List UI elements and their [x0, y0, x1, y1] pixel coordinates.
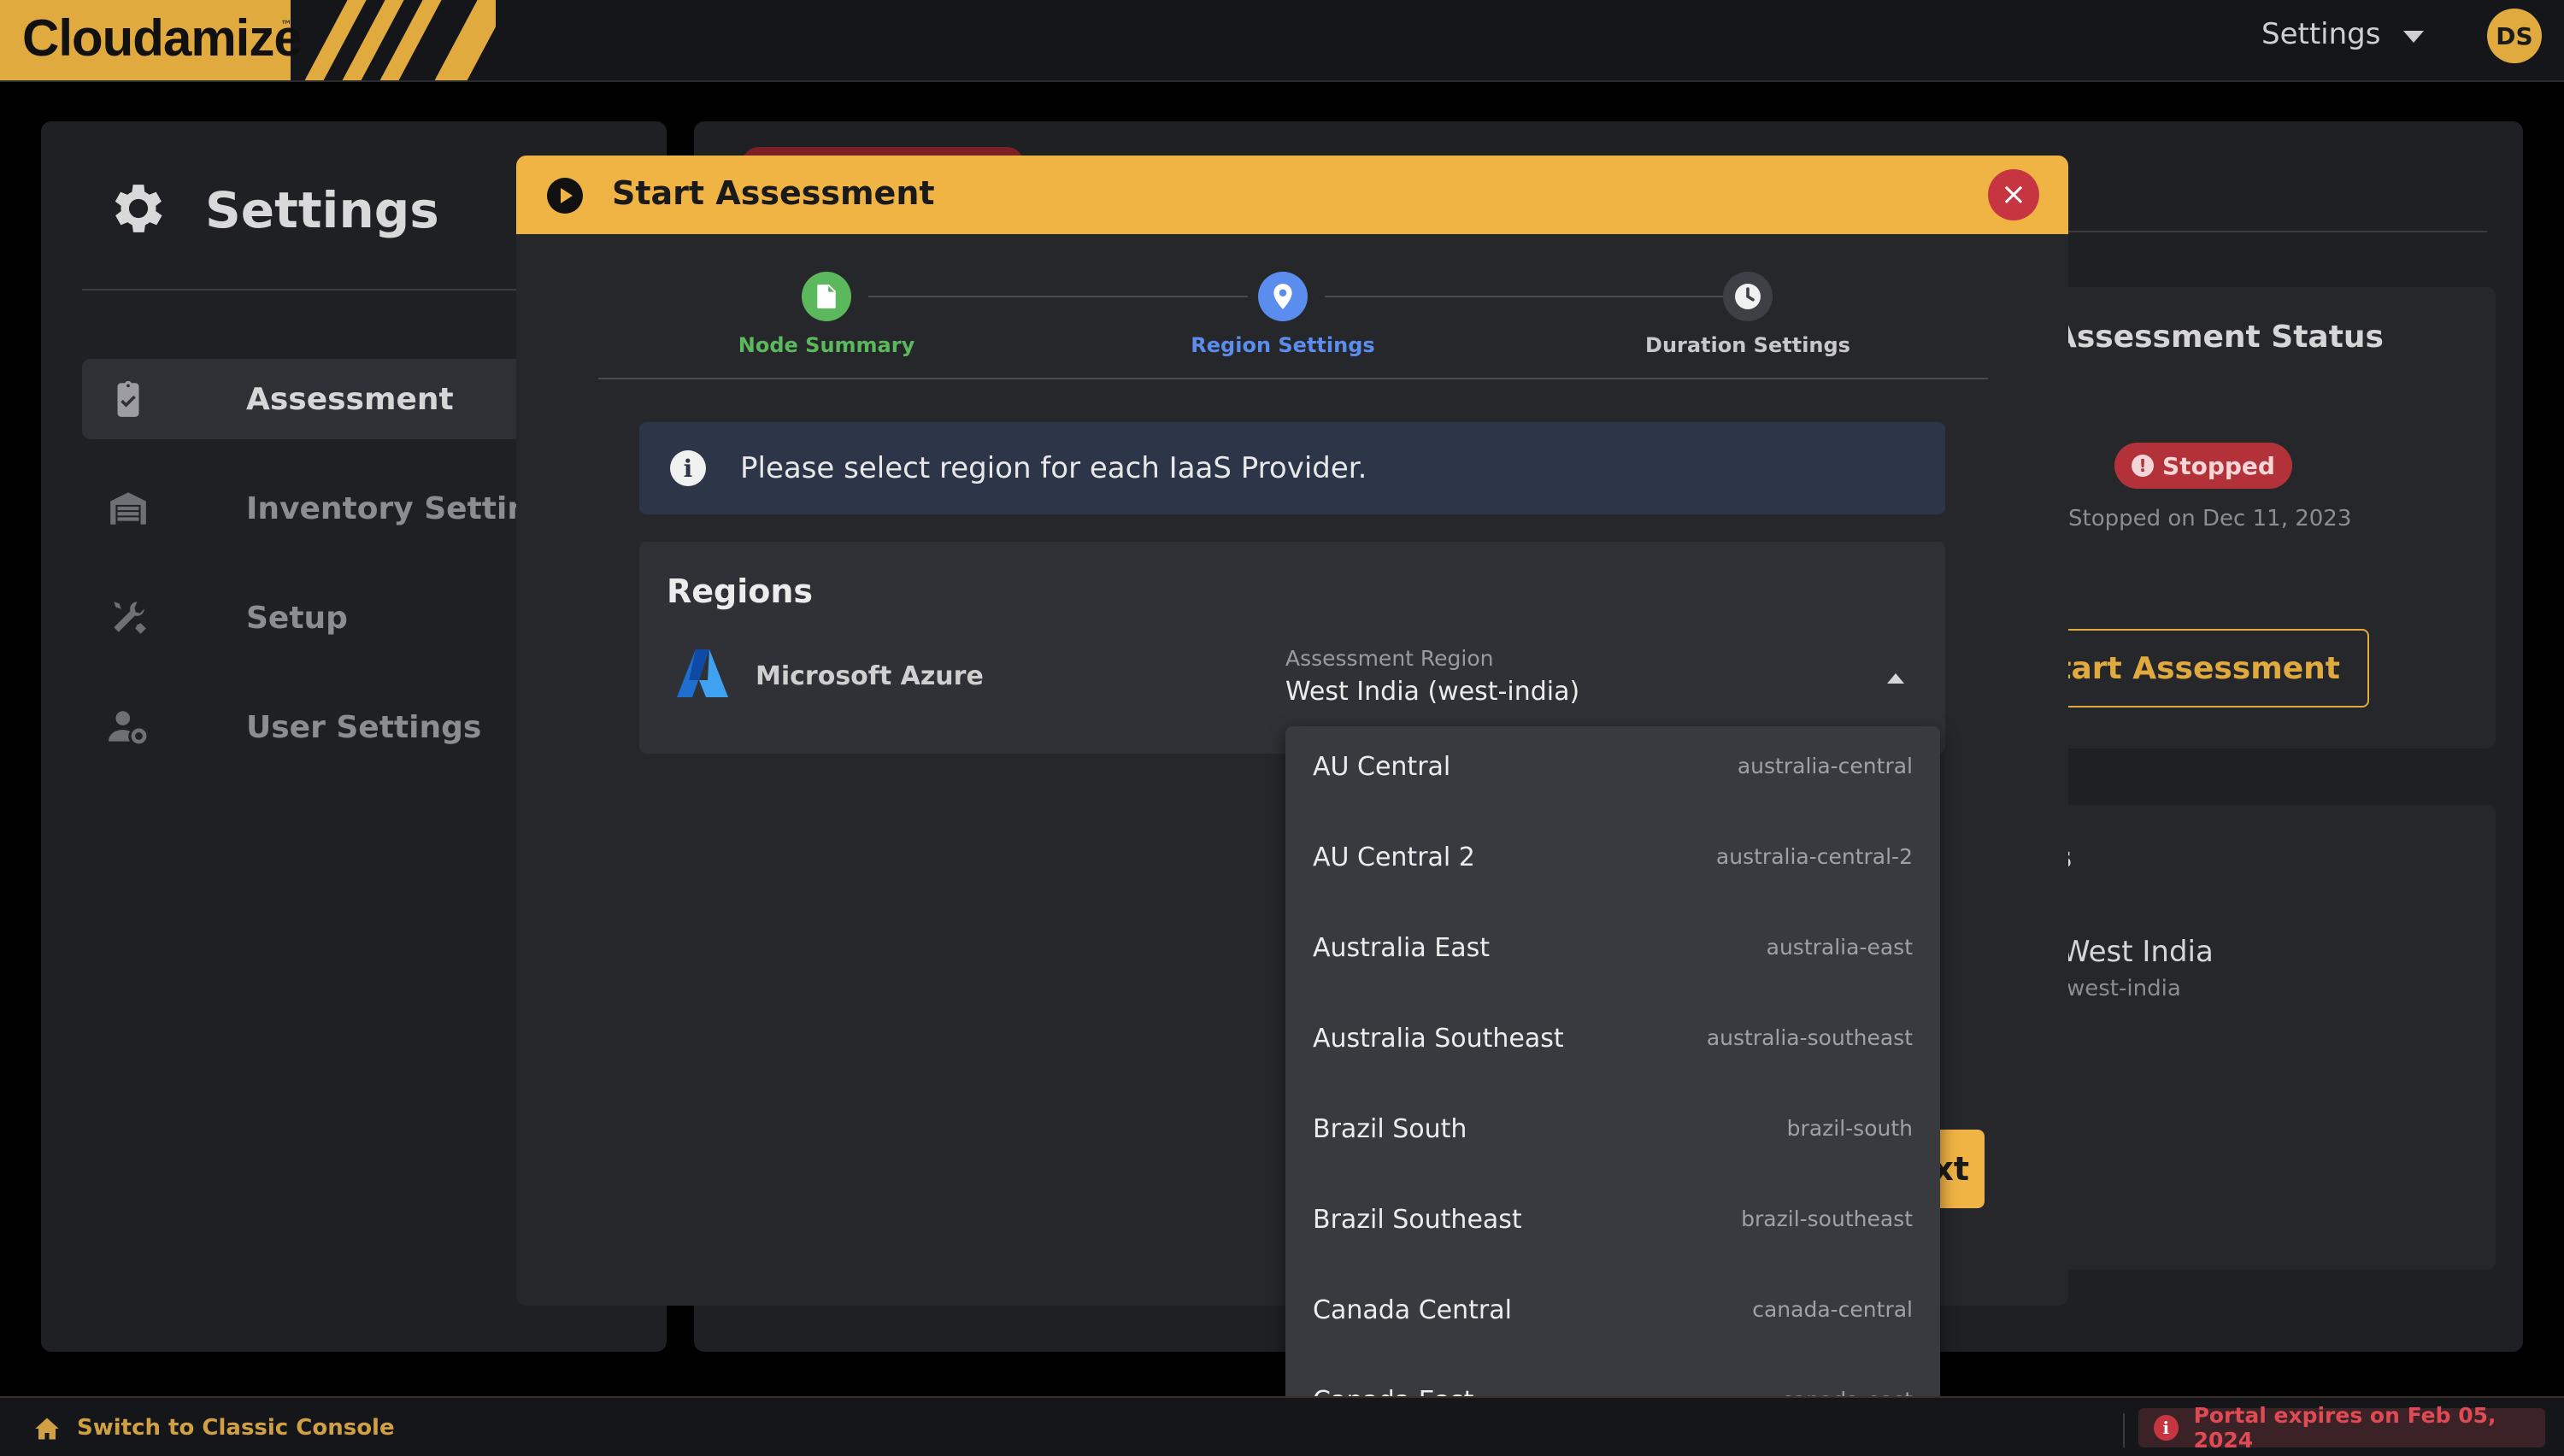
- regions-title: Regions: [667, 572, 814, 610]
- option-slug: australia-east: [1766, 935, 1913, 960]
- info-alert: i Please select region for each IaaS Pro…: [639, 422, 1945, 514]
- step-label: Region Settings: [1191, 333, 1375, 357]
- sidebar-item-label: User Settings: [246, 709, 482, 745]
- switch-classic-console-link[interactable]: Switch to Classic Console: [77, 1415, 395, 1441]
- option-slug: australia-central-2: [1715, 844, 1913, 869]
- list-item[interactable]: Australia Southeast australia-southeast: [1285, 998, 1940, 1089]
- option-name: Australia Southeast: [1313, 1024, 1564, 1054]
- document-icon: [817, 285, 836, 308]
- assessment-region-label: Assessment Region: [1285, 646, 1494, 671]
- option-slug: canada-central: [1752, 1297, 1913, 1322]
- divider: [2123, 1413, 2125, 1447]
- user-gear-icon: [109, 711, 147, 744]
- tools-icon: [114, 602, 146, 634]
- step-label: Node Summary: [738, 333, 915, 357]
- list-item[interactable]: Canada Central canada-central: [1285, 1270, 1940, 1360]
- status-badge-label: Stopped: [2162, 451, 2275, 480]
- map-pin-icon: [1273, 284, 1292, 309]
- option-name: Brazil Southeast: [1313, 1205, 1522, 1235]
- option-name: AU Central 2: [1313, 842, 1475, 872]
- gear-icon: [115, 185, 162, 232]
- portal-expiry-badge: i Portal expires on Feb 05, 2024: [2138, 1403, 2545, 1453]
- option-slug: brazil-southeast: [1741, 1206, 1913, 1231]
- chevron-down-icon[interactable]: [2403, 31, 2424, 43]
- info-text: Please select region for each IaaS Provi…: [740, 451, 1367, 485]
- logo[interactable]: Cloudamize ™: [0, 0, 496, 80]
- info-icon: i: [670, 450, 706, 486]
- option-name: Brazil South: [1313, 1114, 1467, 1144]
- step-region-settings[interactable]: [1258, 272, 1308, 321]
- region-dropdown: AU Central australia-central AU Central …: [1285, 726, 1940, 1456]
- info-icon: i: [2154, 1415, 2179, 1441]
- stopped-on-date: Stopped on Dec 11, 2023: [2068, 506, 2352, 531]
- provider-name: Microsoft Azure: [756, 661, 984, 691]
- option-name: Canada Central: [1313, 1295, 1512, 1325]
- logo-stripes: [291, 0, 496, 80]
- option-name: Australia East: [1313, 933, 1490, 963]
- azure-logo-icon: [677, 649, 728, 697]
- option-name: AU Central: [1313, 752, 1451, 782]
- sidebar-item-label: Assessment: [246, 381, 454, 417]
- sidebar-title: Settings: [205, 181, 439, 239]
- list-item[interactable]: AU Central 2 australia-central-2: [1285, 817, 1940, 907]
- home-icon[interactable]: [34, 1417, 60, 1441]
- list-item[interactable]: Brazil Southeast brazil-southeast: [1285, 1179, 1940, 1270]
- close-button[interactable]: ×: [1988, 169, 2039, 220]
- play-icon: [547, 178, 583, 214]
- top-bar: Cloudamize ™ Settings DS: [0, 0, 2564, 82]
- divider: [82, 289, 561, 291]
- assessment-region-select[interactable]: West India (west-india): [1285, 677, 1579, 707]
- option-slug: australia-central: [1737, 754, 1913, 778]
- step-node-summary[interactable]: [802, 272, 851, 321]
- portal-expiry-text: Portal expires on Feb 05, 2024: [2193, 1403, 2496, 1453]
- divider: [598, 378, 1988, 379]
- clipboard-check-icon: [117, 380, 139, 417]
- settings-menu[interactable]: Settings: [2261, 17, 2380, 51]
- modal-header: Start Assessment ×: [516, 156, 2068, 234]
- step-duration-settings[interactable]: [1723, 272, 1773, 321]
- regions-section: Regions Microsoft Azure Assessment Regio…: [639, 542, 1945, 754]
- region-card: [2034, 805, 2496, 1270]
- region-name: West India: [2061, 935, 2214, 969]
- modal-title: Start Assessment: [612, 174, 935, 212]
- region-slug: west-india: [2067, 976, 2181, 1001]
- alert-icon: !: [2132, 455, 2155, 477]
- list-item[interactable]: AU Central australia-central: [1285, 726, 1940, 817]
- avatar[interactable]: DS: [2487, 9, 2542, 63]
- option-slug: brazil-south: [1786, 1116, 1913, 1141]
- list-item[interactable]: Brazil South brazil-south: [1285, 1089, 1940, 1179]
- divider: [2051, 231, 2487, 232]
- clock-icon: [1735, 284, 1761, 309]
- step-label: Duration Settings: [1645, 333, 1850, 357]
- assessment-status-title: Assessment Status: [2053, 320, 2384, 355]
- step-connector: [868, 296, 1248, 297]
- logo-text: Cloudamize: [22, 9, 303, 67]
- chevron-up-icon[interactable]: [1887, 673, 1904, 684]
- warehouse-icon: [110, 492, 146, 525]
- start-assessment-button[interactable]: Start Assessment: [2027, 629, 2369, 707]
- status-badge: ! Stopped: [2114, 443, 2292, 489]
- sidebar-item-label: Setup: [246, 600, 348, 636]
- list-item[interactable]: Australia East australia-east: [1285, 907, 1940, 998]
- option-slug: australia-southeast: [1706, 1025, 1913, 1050]
- step-connector: [1325, 296, 1735, 297]
- footer-bar: Switch to Classic Console i Portal expir…: [0, 1396, 2564, 1456]
- logo-trademark: ™: [280, 19, 292, 32]
